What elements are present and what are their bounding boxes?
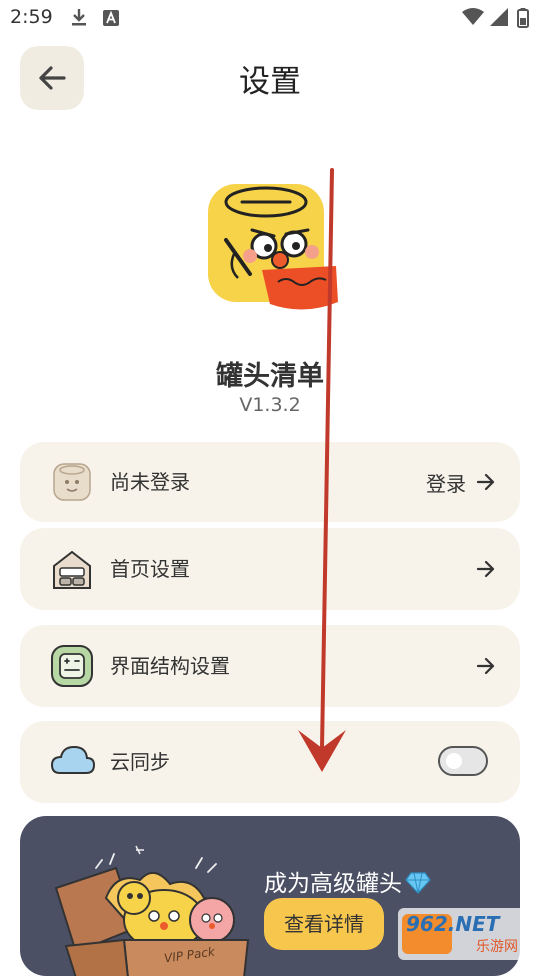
layout-icon — [50, 644, 94, 688]
home-settings-arrow — [476, 528, 496, 610]
layout-settings-arrow — [476, 625, 496, 707]
cloud-icon — [50, 743, 96, 787]
login-status-label: 尚未登录 — [110, 470, 190, 494]
avatar-icon — [50, 460, 94, 504]
toggle-knob — [446, 753, 462, 769]
download-icon — [70, 7, 88, 31]
premium-title-text: 成为高级罐头 — [264, 871, 402, 897]
watermark-site: 乐游网 — [476, 939, 518, 955]
arrow-right-icon — [476, 560, 495, 578]
premium-title: 成为高级罐头 — [264, 864, 431, 898]
login-row[interactable]: 尚未登录 登录 — [20, 442, 520, 522]
wifi-icon — [462, 8, 484, 30]
signal-icon — [489, 8, 509, 30]
status-time: 2:59 — [10, 6, 53, 28]
layout-settings-row[interactable]: 界面结构设置 — [20, 625, 520, 707]
watermark-logo: 962.NET 乐游网 — [398, 908, 538, 960]
arrow-right-icon — [476, 473, 495, 491]
status-bar: 2:59 — [0, 0, 540, 36]
app-version: V1.3.2 — [239, 394, 301, 416]
app-notification-icon — [103, 10, 119, 30]
cloud-sync-toggle[interactable] — [438, 746, 488, 776]
home-icon — [50, 548, 94, 592]
cloud-sync-label: 云同步 — [110, 750, 170, 774]
cloud-sync-row: 云同步 — [20, 721, 520, 803]
app-name: 罐头清单 — [216, 361, 324, 392]
page-title: 设置 — [239, 64, 301, 100]
arrow-right-icon — [476, 657, 495, 675]
login-link[interactable]: 登录 — [426, 442, 496, 522]
battery-icon — [517, 8, 529, 32]
layout-settings-label: 界面结构设置 — [110, 654, 230, 678]
gift-box-illustration: VIP Pack — [36, 828, 256, 976]
view-details-button[interactable]: 查看详情 — [264, 898, 384, 950]
watermark-brand: 962.NET — [406, 912, 500, 936]
login-action-label: 登录 — [426, 471, 466, 496]
diamond-icon — [405, 872, 431, 894]
app-logo — [204, 178, 344, 323]
home-settings-row[interactable]: 首页设置 — [20, 528, 520, 610]
home-settings-label: 首页设置 — [110, 557, 190, 581]
